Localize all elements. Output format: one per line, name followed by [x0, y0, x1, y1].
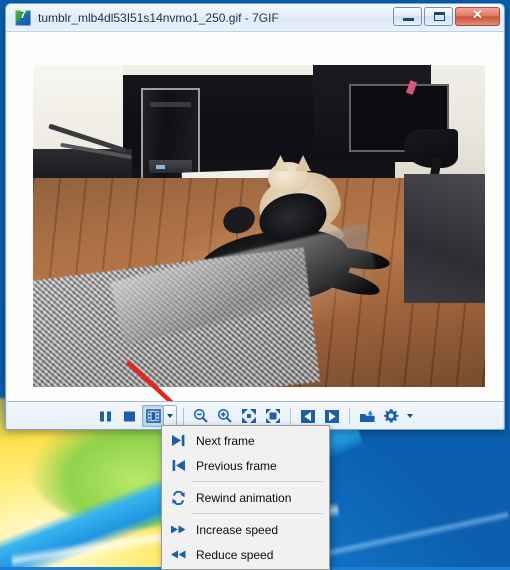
open-file-button[interactable] [356, 405, 378, 427]
next-file-button[interactable] [321, 405, 343, 427]
pause-icon [99, 411, 111, 421]
toolbar-separator-3 [349, 407, 350, 425]
gif-scene [33, 65, 485, 387]
rewind-icon [166, 549, 190, 560]
zoom-in-icon [218, 409, 232, 423]
previous-frame-icon [166, 459, 190, 472]
gear-icon [383, 409, 399, 423]
open-folder-icon [359, 409, 375, 422]
minimize-button[interactable] [393, 7, 422, 26]
zoom-in-button[interactable] [214, 405, 236, 427]
settings-dropdown[interactable] [404, 405, 416, 427]
frame-mode-button[interactable] [142, 405, 164, 427]
menu-item-label: Rewind animation [196, 490, 292, 505]
client-area [7, 32, 503, 429]
next-frame-icon [166, 434, 190, 447]
chevron-down-icon [167, 414, 173, 418]
frame-options-context-menu: Next frame Previous frame Rewind animati… [161, 425, 330, 570]
film-strip-icon [145, 409, 161, 423]
scene-dark-furniture-right [403, 174, 485, 304]
menu-item-label: Next frame [196, 433, 255, 448]
gif-image[interactable] [33, 65, 485, 387]
frame-mode-dropdown[interactable] [164, 405, 177, 427]
actual-size-button[interactable] [262, 405, 284, 427]
zoom-out-button[interactable] [190, 405, 212, 427]
menu-item-label: Previous frame [196, 458, 277, 473]
image-viewer[interactable] [7, 32, 503, 401]
menu-separator-1 [192, 481, 323, 482]
previous-file-button[interactable] [297, 405, 319, 427]
caret-down-icon [407, 414, 413, 418]
title-bar[interactable]: tumblr_mlb4dl53I51s14nvmo1_250.gif - 7GI… [6, 4, 504, 32]
scene-wall-left [33, 65, 124, 156]
menu-item-previous-frame[interactable]: Previous frame [162, 453, 329, 478]
stop-icon [123, 411, 135, 421]
menu-item-next-frame[interactable]: Next frame [162, 428, 329, 453]
arrow-right-icon [325, 409, 339, 423]
application-window: tumblr_mlb4dl53I51s14nvmo1_250.gif - 7GI… [5, 3, 505, 430]
7gif-app-icon [15, 9, 31, 26]
minimize-icon [403, 18, 414, 21]
expand-icon [266, 409, 280, 423]
settings-button[interactable] [380, 405, 402, 427]
menu-item-label: Increase speed [196, 522, 279, 537]
maximize-button[interactable] [424, 7, 453, 26]
toolbar-separator-2 [290, 407, 291, 425]
menu-item-increase-speed[interactable]: Increase speed [162, 517, 329, 542]
toolbar-separator-1 [183, 407, 184, 425]
zoom-out-icon [194, 409, 208, 423]
menu-item-rewind-animation[interactable]: Rewind animation [162, 485, 329, 510]
menu-separator-2 [192, 513, 323, 514]
rewind-animation-icon [166, 490, 190, 505]
fast-forward-icon [166, 524, 190, 535]
scene-pc-tower [141, 87, 201, 185]
menu-item-reduce-speed[interactable]: Reduce speed [162, 542, 329, 567]
shrink-icon [242, 409, 256, 423]
scene-pc-led [155, 165, 166, 170]
scene-pc-drive-bay [150, 102, 191, 108]
fit-to-window-button[interactable] [238, 405, 260, 427]
close-icon: ✕ [472, 7, 483, 22]
stop-button[interactable] [118, 405, 140, 427]
window-title: tumblr_mlb4dl53I51s14nvmo1_250.gif - 7GI… [38, 10, 279, 25]
window-controls: ✕ [393, 7, 500, 26]
maximize-icon [434, 12, 445, 21]
pause-button[interactable] [94, 405, 116, 427]
close-button[interactable]: ✕ [455, 7, 500, 26]
menu-item-label: Reduce speed [196, 547, 274, 562]
arrow-left-icon [301, 409, 315, 423]
